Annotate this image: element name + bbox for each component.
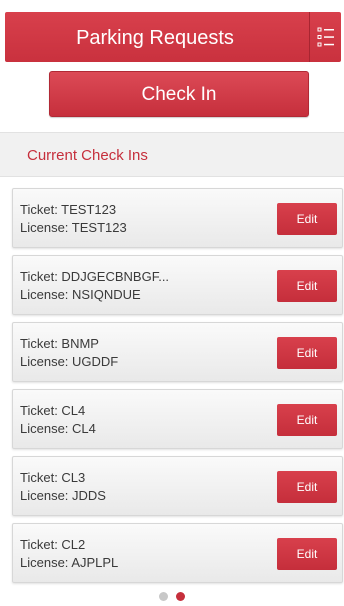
app-screen: Parking Requests Check In Current Check … xyxy=(0,0,344,606)
checkin-card: Ticket: CL2 License: AJPLPL Edit xyxy=(12,523,343,583)
checkin-details: Ticket: CL4 License: CL4 xyxy=(20,402,96,438)
license-label: License: TEST123 xyxy=(20,220,127,235)
checkin-details: Ticket: TEST123 License: TEST123 xyxy=(20,201,127,237)
edit-button[interactable]: Edit xyxy=(277,538,337,570)
list-menu-icon xyxy=(317,27,334,47)
edit-button[interactable]: Edit xyxy=(277,471,337,503)
page-title: Parking Requests xyxy=(76,27,234,49)
checkin-details: Ticket: CL3 License: JDDS xyxy=(20,469,106,505)
ticket-label: Ticket: DDJGECBNBGF... xyxy=(20,269,170,284)
license-label: License: NSIQNDUE xyxy=(20,287,141,302)
ticket-label: Ticket: BNMP xyxy=(20,336,99,351)
checkin-card: Ticket: CL4 License: CL4 Edit xyxy=(12,389,343,449)
menu-button[interactable] xyxy=(310,12,341,62)
header-bar: Parking Requests xyxy=(5,12,341,62)
checkin-details: Ticket: DDJGECBNBGF... License: NSIQNDUE xyxy=(20,268,169,304)
license-label: License: AJPLPL xyxy=(20,555,119,570)
edit-button[interactable]: Edit xyxy=(277,337,337,369)
check-in-button[interactable]: Check In xyxy=(49,71,309,117)
edit-button[interactable]: Edit xyxy=(277,203,337,235)
checkin-details: Ticket: BNMP License: UGDDF xyxy=(20,335,118,371)
checkin-card: Ticket: CL3 License: JDDS Edit xyxy=(12,456,343,516)
license-label: License: CL4 xyxy=(20,421,96,436)
license-label: License: JDDS xyxy=(20,488,106,503)
checkin-card: Ticket: DDJGECBNBGF... License: NSIQNDUE… xyxy=(12,255,343,315)
page-indicator xyxy=(0,592,344,602)
checkin-card: Ticket: TEST123 License: TEST123 Edit xyxy=(12,188,343,248)
ticket-label: Ticket: CL3 xyxy=(20,470,86,485)
section-title: Current Check Ins xyxy=(27,147,148,164)
ticket-label: Ticket: CL2 xyxy=(20,537,86,552)
page-dot-2[interactable] xyxy=(176,592,185,601)
ticket-label: Ticket: TEST123 xyxy=(20,202,117,217)
checkin-details: Ticket: CL2 License: AJPLPL xyxy=(20,536,118,572)
edit-button[interactable]: Edit xyxy=(277,404,337,436)
section-header: Current Check Ins xyxy=(0,132,344,177)
ticket-label: Ticket: CL4 xyxy=(20,403,86,418)
checkin-card: Ticket: BNMP License: UGDDF Edit xyxy=(12,322,343,382)
edit-button[interactable]: Edit xyxy=(277,270,337,302)
license-label: License: UGDDF xyxy=(20,354,119,369)
page-dot-1[interactable] xyxy=(159,592,168,601)
